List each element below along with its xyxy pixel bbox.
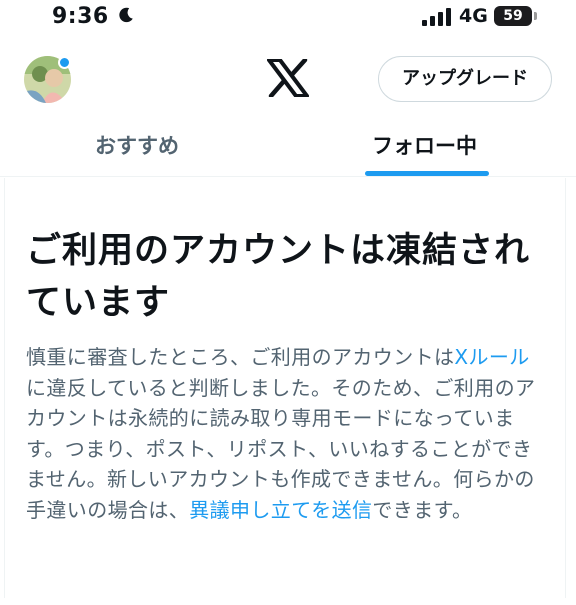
tab-recommended[interactable]: おすすめ [95, 130, 179, 160]
battery-icon: 59 [494, 6, 538, 28]
submit-appeal-link[interactable]: 異議申し立てを送信 [189, 498, 372, 522]
network-type: 4G [459, 5, 488, 27]
upgrade-button[interactable]: アップグレード [378, 56, 552, 102]
notice-body: 慎重に審査したところ、ご利用のアカウントはXルールに違反していると判断しました。… [26, 342, 536, 525]
status-bar: 9:36 4G 59 [0, 0, 576, 34]
tab-following[interactable]: フォロー中 [372, 130, 477, 160]
signal-icon [422, 8, 451, 26]
battery-level: 59 [494, 6, 532, 26]
status-time: 9:36 [52, 4, 109, 29]
avatar-status-dot [58, 56, 71, 69]
notice-body-part1: 慎重に審査したところ、ご利用のアカウントは [26, 345, 455, 369]
moon-icon [119, 7, 133, 23]
tab-divider [0, 176, 576, 177]
notice-title: ご利用のアカウントは凍結されています [26, 231, 531, 323]
notice-body-part3: できます。 [372, 497, 473, 522]
x-logo-icon[interactable] [267, 59, 309, 97]
x-rules-link[interactable]: Xルール [454, 345, 529, 369]
